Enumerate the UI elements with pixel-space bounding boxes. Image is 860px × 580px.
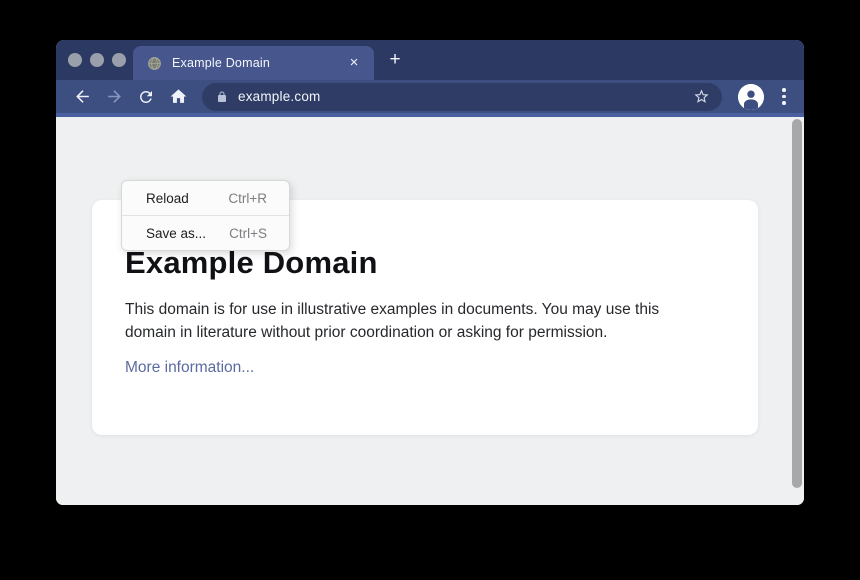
forward-button[interactable] [100,83,128,111]
reload-button[interactable] [132,83,160,111]
more-information-link[interactable]: More information... [125,359,254,377]
menu-dot [782,88,786,92]
context-menu-item-reload[interactable]: Reload Ctrl+R [122,181,289,215]
menu-item-label: Save as... [146,226,206,241]
window-close-button[interactable] [68,53,82,67]
reload-icon [137,88,155,106]
address-bar[interactable]: example.com [202,83,722,111]
titlebar: Example Domain × + [56,40,804,80]
browser-tab[interactable]: Example Domain × [133,46,374,80]
back-arrow-icon [73,87,92,106]
new-tab-button[interactable]: + [386,51,404,69]
page-viewport: Example Domain This domain is for use in… [56,117,804,505]
home-icon [169,87,188,106]
browser-menu-button[interactable] [774,85,794,109]
star-icon [693,88,710,105]
profile-button[interactable] [738,84,764,110]
url-text[interactable]: example.com [238,89,690,104]
menu-item-label: Reload [146,191,189,206]
profile-avatar-icon [738,84,764,110]
home-button[interactable] [164,83,192,111]
menu-item-shortcut: Ctrl+R [228,191,267,206]
context-menu-item-save-as[interactable]: Save as... Ctrl+S [122,215,289,250]
window-minimize-button[interactable] [90,53,104,67]
page-paragraph: This domain is for use in illustrative e… [125,298,711,344]
navigation-toolbar: example.com [56,80,804,117]
menu-dot [782,101,786,105]
window-zoom-button[interactable] [112,53,126,67]
globe-favicon-icon [147,56,162,71]
browser-window: Example Domain × + [56,40,804,505]
tab-close-icon[interactable]: × [346,55,362,71]
bookmark-button[interactable] [690,86,712,108]
window-controls [68,53,126,67]
back-button[interactable] [68,83,96,111]
lock-icon [216,90,228,104]
forward-arrow-icon [105,87,124,106]
context-menu: Reload Ctrl+R Save as... Ctrl+S [121,180,290,251]
tab-title: Example Domain [172,56,346,70]
menu-item-shortcut: Ctrl+S [229,226,267,241]
menu-dot [782,95,786,99]
vertical-scrollbar[interactable] [792,119,802,488]
